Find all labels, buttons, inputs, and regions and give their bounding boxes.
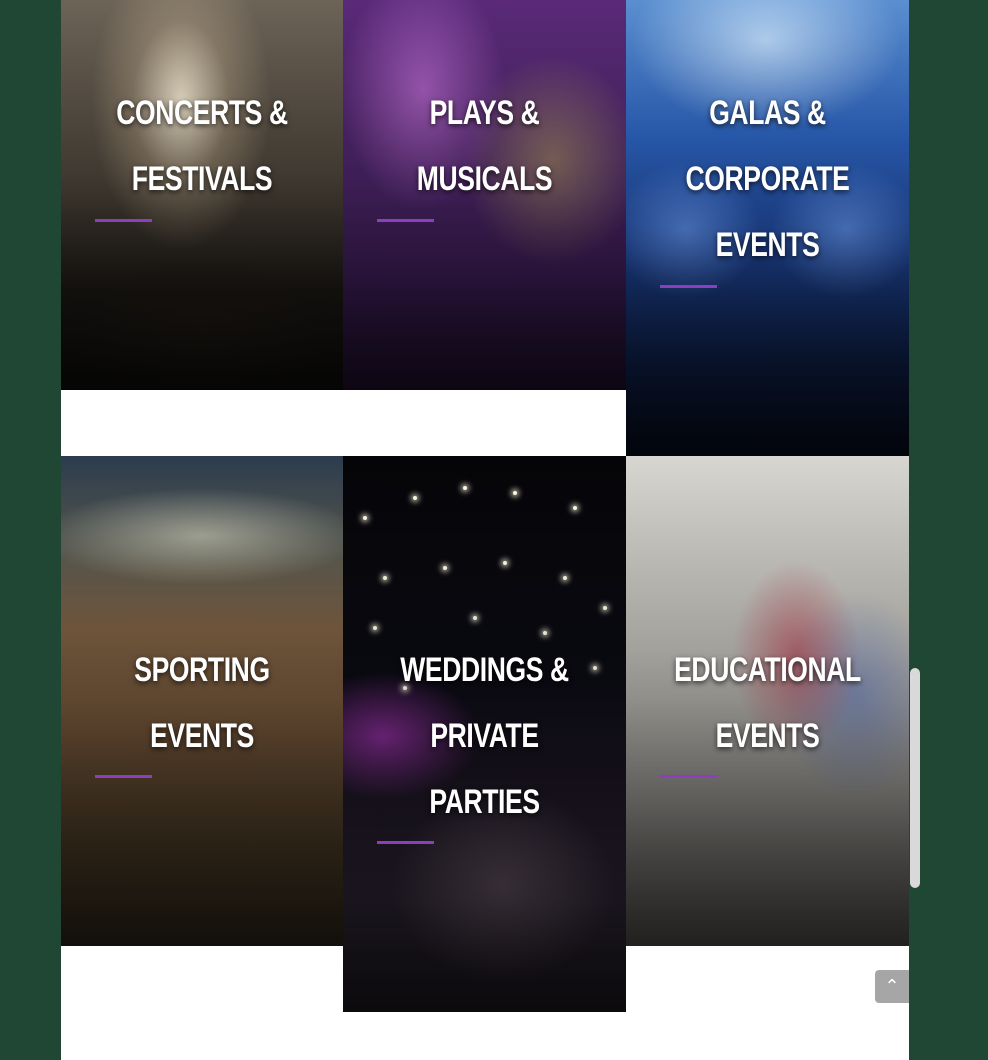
- accent-divider: [377, 841, 434, 844]
- tile-title-line: GALAS &: [709, 94, 826, 132]
- tile-plays-musicals[interactable]: PLAYS & MUSICALS: [343, 0, 626, 390]
- tile-concerts-festivals[interactable]: CONCERTS & FESTIVALS: [61, 0, 343, 390]
- tile-title: EDUCATIONAL EVENTS: [657, 637, 878, 769]
- accent-divider: [660, 775, 717, 778]
- tile-galas-corporate-events[interactable]: GALAS & CORPORATE EVENTS: [626, 0, 909, 456]
- tile-sporting-events[interactable]: SPORTING EVENTS: [61, 456, 343, 946]
- tile-title-line: EDUCATIONAL: [674, 651, 861, 689]
- accent-divider: [95, 775, 152, 778]
- tile-title: CONCERTS & FESTIVALS: [92, 80, 312, 212]
- tile-title-line: FESTIVALS: [131, 160, 273, 198]
- back-to-top-button[interactable]: ⌃: [875, 970, 909, 1003]
- tile-title-line: CONCERTS &: [116, 94, 288, 132]
- tile-title: SPORTING EVENTS: [92, 637, 312, 769]
- accent-divider: [377, 219, 434, 222]
- tile-title-line: CORPORATE: [685, 160, 850, 198]
- tile-title-line: EVENTS: [150, 717, 254, 755]
- tile-title-line: MUSICALS: [416, 160, 553, 198]
- tile-title-line: EVENTS: [715, 226, 820, 264]
- tile-title-line: EVENTS: [715, 717, 820, 755]
- tile-title-line: PLAYS &: [429, 94, 540, 132]
- accent-divider: [660, 285, 717, 288]
- tile-title-line: PRIVATE: [430, 717, 539, 755]
- tile-weddings-private-parties[interactable]: WEDDINGS & PRIVATE PARTIES: [343, 456, 626, 1012]
- tile-title: PLAYS & MUSICALS: [374, 80, 595, 212]
- event-types-grid: CONCERTS & FESTIVALS PLAYS & MUSICALS GA…: [61, 0, 909, 1060]
- chevron-up-icon: ⌃: [884, 976, 900, 997]
- tile-educational-events[interactable]: EDUCATIONAL EVENTS: [626, 456, 909, 946]
- tile-title-line: WEDDINGS &: [400, 651, 569, 689]
- tile-title: GALAS & CORPORATE EVENTS: [657, 80, 878, 278]
- scrollbar-track[interactable]: [909, 0, 923, 1060]
- tile-title: WEDDINGS & PRIVATE PARTIES: [374, 637, 595, 835]
- tile-title-line: SPORTING: [134, 651, 270, 689]
- tile-title-line: PARTIES: [429, 783, 540, 821]
- accent-divider: [95, 219, 152, 222]
- scrollbar-thumb[interactable]: [910, 668, 920, 888]
